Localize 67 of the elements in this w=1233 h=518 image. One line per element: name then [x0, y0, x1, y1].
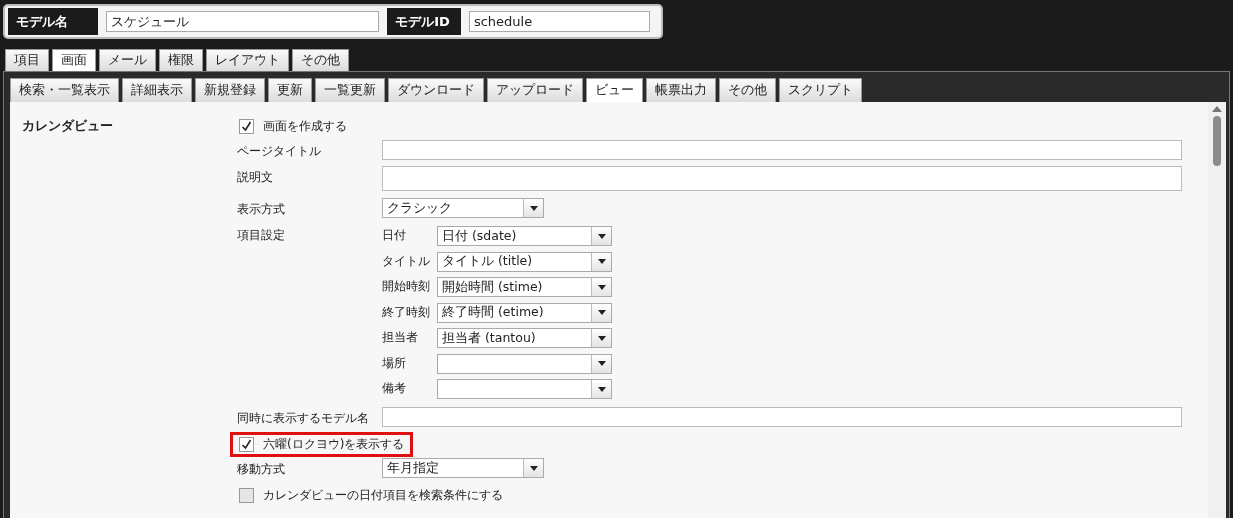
caret-icon	[597, 284, 606, 290]
dropdown[interactable]: 年月指定	[382, 458, 544, 478]
tab[interactable]: ビュー	[586, 78, 643, 102]
checkbox[interactable]	[239, 119, 254, 134]
dropdown[interactable]	[437, 353, 612, 374]
field-label: 同時に表示するモデル名	[237, 410, 370, 427]
tab[interactable]: 更新	[268, 78, 312, 102]
checkbox-label: 六曜(ロクヨウ)を表示する	[263, 436, 405, 453]
tab[interactable]: その他	[719, 78, 776, 102]
field-label: 場所	[382, 355, 407, 371]
tab[interactable]: アップロード	[487, 78, 583, 102]
tab[interactable]: スクリプト	[779, 78, 862, 102]
caret-icon	[597, 259, 606, 265]
dropdown[interactable]: 担当者 (tantou)	[437, 328, 612, 349]
tab[interactable]: その他	[292, 49, 349, 71]
text-field[interactable]	[382, 407, 1182, 427]
text-field[interactable]: スケジュール	[105, 11, 380, 32]
field-label: 移動方式	[237, 461, 286, 478]
scrollbar[interactable]	[1208, 102, 1226, 518]
caret-icon	[597, 233, 606, 239]
tab[interactable]: レイアウト	[206, 49, 289, 71]
tab[interactable]: ダウンロード	[388, 78, 484, 102]
dropdown[interactable]: 日付 (sdate)	[437, 226, 612, 247]
field-label: モデルID	[387, 8, 461, 35]
tab[interactable]: メール	[99, 49, 156, 71]
field-label: 説明文	[237, 169, 274, 186]
checkbox-label: カレンダビューの日付項目を検索条件にする	[263, 487, 503, 504]
tab[interactable]: 権限	[159, 49, 203, 71]
field-label: 項目設定	[237, 227, 286, 244]
text-field[interactable]	[382, 140, 1182, 160]
caret-icon	[597, 335, 606, 341]
field-label: モデル名	[8, 8, 98, 35]
field-label: 開始時刻	[382, 279, 431, 295]
tab[interactable]: 項目	[5, 49, 49, 71]
dropdown[interactable]: 開始時間 (stime)	[437, 277, 612, 298]
caret-icon	[597, 361, 606, 367]
tab[interactable]: 新規登録	[195, 78, 265, 102]
checkbox[interactable]	[239, 488, 254, 503]
tab[interactable]: 帳票出力	[646, 78, 716, 102]
field-label: 表示方式	[237, 201, 286, 218]
dropdown[interactable]: クラシック	[382, 198, 544, 218]
text-field[interactable]: schedule	[468, 11, 650, 32]
text-area[interactable]	[382, 166, 1182, 191]
scroll-thumb[interactable]	[1213, 116, 1221, 166]
field-label: ページタイトル	[237, 143, 322, 160]
tab[interactable]: 検索・一覧表示	[10, 78, 119, 102]
dropdown[interactable]: 終了時間 (etime)	[437, 302, 612, 323]
field-label: 担当者	[382, 330, 419, 346]
dropdown[interactable]	[437, 379, 612, 400]
checkbox-label: 画面を作成する	[263, 118, 347, 135]
caret-icon	[597, 386, 606, 392]
check-icon	[241, 439, 252, 450]
tab[interactable]: 一覧更新	[315, 78, 385, 102]
checkbox[interactable]	[239, 437, 254, 452]
dropdown[interactable]: タイトル (title)	[437, 251, 612, 272]
caret-icon	[597, 310, 606, 316]
scroll-up-icon[interactable]	[1212, 106, 1222, 112]
field-label: タイトル	[382, 253, 431, 269]
tab[interactable]: 詳細表示	[122, 78, 192, 102]
field-label: 備考	[382, 381, 407, 397]
field-label: 日付	[382, 228, 407, 244]
tab[interactable]: 画面	[52, 49, 96, 71]
caret-icon	[529, 465, 538, 471]
field-label: 終了時刻	[382, 304, 431, 320]
caret-icon	[529, 205, 538, 211]
section-title: カレンダビュー	[22, 117, 114, 135]
check-icon	[241, 121, 252, 132]
